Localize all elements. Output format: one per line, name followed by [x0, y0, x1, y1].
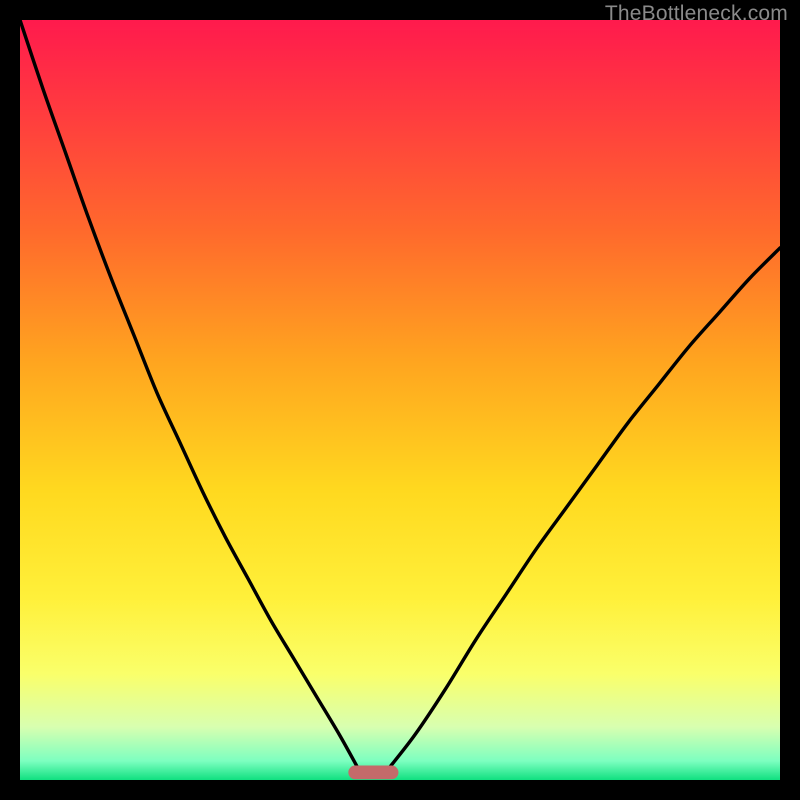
- bottleneck-chart: [20, 20, 780, 780]
- flat-marker: [348, 766, 398, 780]
- chart-background: [20, 20, 780, 780]
- chart-frame: TheBottleneck.com: [0, 0, 800, 800]
- watermark-text: TheBottleneck.com: [605, 2, 788, 26]
